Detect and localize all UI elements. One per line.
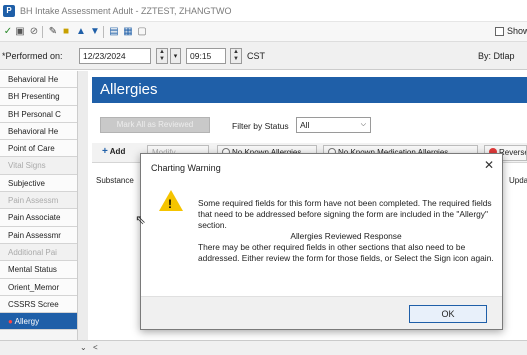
message-paragraph: Some required fields for this form have … — [198, 198, 492, 230]
sidebar-item[interactable]: BH Presenting — [0, 88, 87, 106]
calendar-icon[interactable]: ▦ — [122, 26, 134, 38]
reverse-label: Reverse — [499, 148, 527, 157]
ok-button[interactable]: OK — [409, 305, 487, 323]
window-titlebar: P BH Intake Assessment Adult - ZZTEST, Z… — [0, 0, 527, 22]
column-header-substance[interactable]: Substance — [96, 176, 134, 185]
sign-icon[interactable]: ✎ — [47, 26, 59, 38]
scroll-left-arrow-icon[interactable]: < — [93, 343, 98, 352]
status-filter-value: All — [300, 120, 310, 130]
required-dot-icon: ● — [8, 317, 13, 327]
sidebar-item[interactable]: Point of Care — [0, 140, 87, 158]
performed-label: *Performed on: — [2, 51, 63, 61]
chevron-down-icon: ⌵ — [360, 121, 366, 128]
sidebar-item[interactable]: Orient_Memor — [0, 278, 87, 296]
sidebar-item[interactable]: Pain Assessmr — [0, 226, 87, 244]
folder-icon[interactable]: ■ — [60, 26, 72, 38]
date-spinner[interactable]: ▲ ▼ — [156, 48, 168, 64]
window-title: BH Intake Assessment Adult - ZZTEST, ZHA… — [20, 6, 232, 16]
add-button[interactable]: + Add — [98, 145, 136, 161]
sidebar-item[interactable]: Additional Pai — [0, 243, 87, 262]
date-dropdown[interactable]: ▾ — [170, 48, 181, 64]
performed-bar: *Performed on: 12/23/2024 ▲ ▼ ▾ 09:15 ▲ ▼ … — [0, 42, 527, 70]
message-section-name: Allergies Reviewed Response — [290, 230, 402, 241]
dialog-message: Some required fields for this form have … — [198, 198, 494, 263]
plus-icon: + — [102, 146, 108, 157]
checkmark-icon[interactable]: ✓ — [2, 26, 14, 38]
timezone-label: CST — [247, 51, 265, 61]
save-icon[interactable]: ▣ — [14, 26, 26, 38]
mark-all-reviewed-button[interactable]: Mark All as Reviewed — [100, 117, 210, 133]
show-label: Show — [507, 26, 527, 36]
section-title: Allergies — [100, 81, 158, 98]
add-label: Add — [109, 147, 126, 156]
message-paragraph: There may be other required fields in ot… — [198, 241, 494, 263]
sidebar-item[interactable]: Behavioral He — [0, 122, 87, 141]
date-field[interactable]: 12/23/2024 — [79, 48, 151, 64]
warning-icon-mark: ! — [168, 197, 172, 211]
document-icon[interactable]: ▢ — [136, 26, 148, 38]
list-icon[interactable]: ▤ — [108, 26, 120, 38]
dialog-title: Charting Warning — [151, 163, 221, 173]
sidebar-item[interactable]: Subjective — [0, 174, 87, 193]
show-checkbox[interactable] — [495, 27, 504, 36]
sidebar-scrollbar[interactable] — [77, 71, 88, 346]
sidebar-item[interactable]: Pain Associate — [0, 209, 87, 227]
sidebar-item[interactable]: Behavioral He — [0, 71, 87, 89]
scroll-down-arrow-icon[interactable]: ⌄ — [80, 343, 87, 352]
sidebar-item[interactable]: Mental Status — [0, 261, 87, 279]
sidebar-item[interactable]: Pain Assessm — [0, 192, 87, 210]
app-icon: P — [3, 5, 15, 17]
mouse-cursor-icon: ⇖ — [135, 212, 146, 227]
close-icon[interactable]: ✕ — [484, 159, 494, 171]
up-arrow-icon[interactable]: ▲ — [75, 26, 87, 38]
time-field[interactable]: 09:15 — [186, 48, 226, 64]
section-banner: Allergies — [92, 77, 527, 103]
sidebar-item-allergy[interactable]: ● Allergy — [0, 313, 87, 331]
sidebar-item[interactable]: Vital Signs — [0, 157, 87, 175]
toolbar-separator — [103, 26, 104, 38]
status-filter-select[interactable]: All ⌵ — [296, 117, 371, 133]
sidebar-item[interactable]: CSSRS Scree — [0, 295, 87, 314]
sidebar-item-label: Allergy — [14, 317, 40, 327]
horizontal-scrollbar[interactable]: ⌄ < — [0, 340, 527, 355]
dialog-footer: OK — [141, 296, 502, 329]
time-spinner[interactable]: ▲ ▼ — [230, 48, 242, 64]
filter-label: Filter by Status — [232, 121, 289, 131]
section-sidebar: Behavioral He BH Presenting BH Personal … — [0, 71, 88, 346]
toolbar-separator — [42, 26, 43, 38]
down-arrow-icon[interactable]: ▼ — [89, 26, 101, 38]
cancel-icon[interactable]: ⊘ — [28, 26, 40, 38]
column-header-updated[interactable]: Updated — [509, 176, 527, 185]
performed-by-label: By: Dtlap — [478, 51, 515, 61]
charting-warning-dialog: Charting Warning ✕ ! Some required field… — [140, 153, 503, 330]
toolbar: ✓ ▣ ⊘ ✎ ■ ▲ ▼ ▤ ▦ ▢ Show — [0, 22, 527, 42]
sidebar-item[interactable]: BH Personal C — [0, 105, 87, 123]
